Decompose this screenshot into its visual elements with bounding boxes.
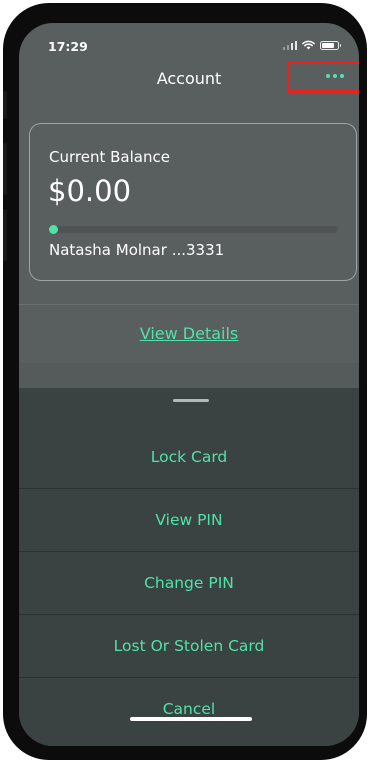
balance-label: Current Balance — [49, 148, 170, 166]
sheet-drag-handle[interactable] — [173, 399, 209, 402]
status-time: 17:29 — [48, 39, 88, 54]
cancel-button[interactable]: Cancel — [19, 678, 359, 741]
card-holder-name: Natasha Molnar ...3331 — [49, 241, 225, 259]
lost-or-stolen-card-button[interactable]: Lost Or Stolen Card — [19, 615, 359, 678]
mute-switch — [3, 91, 7, 119]
volume-down-button — [3, 209, 7, 261]
more-options-button[interactable] — [287, 61, 359, 93]
status-icons — [282, 40, 341, 50]
phone-frame: 17:29 Account Current Balance $0.00 Nata… — [3, 3, 367, 760]
balance-amount: $0.00 — [48, 174, 132, 208]
divider — [19, 304, 359, 305]
view-details-link[interactable]: View Details — [19, 324, 359, 343]
lock-card-button[interactable]: Lock Card — [19, 426, 359, 489]
cellular-signal-icon — [282, 40, 297, 50]
app-screen: 17:29 Account Current Balance $0.00 Nata… — [19, 23, 359, 746]
change-pin-button[interactable]: Change PIN — [19, 552, 359, 615]
home-indicator[interactable] — [130, 717, 252, 721]
volume-up-button — [3, 143, 7, 195]
balance-progress-bar — [49, 225, 338, 234]
status-bar: 17:29 — [19, 23, 359, 63]
view-pin-button[interactable]: View PIN — [19, 489, 359, 552]
balance-card: Current Balance $0.00 Natasha Molnar ...… — [29, 123, 357, 281]
action-sheet: Lock Card View PIN Change PIN Lost Or St… — [19, 388, 359, 746]
more-dots-icon — [326, 74, 344, 78]
battery-icon — [320, 40, 341, 50]
wifi-icon — [302, 40, 315, 50]
progress-indicator — [49, 225, 58, 234]
